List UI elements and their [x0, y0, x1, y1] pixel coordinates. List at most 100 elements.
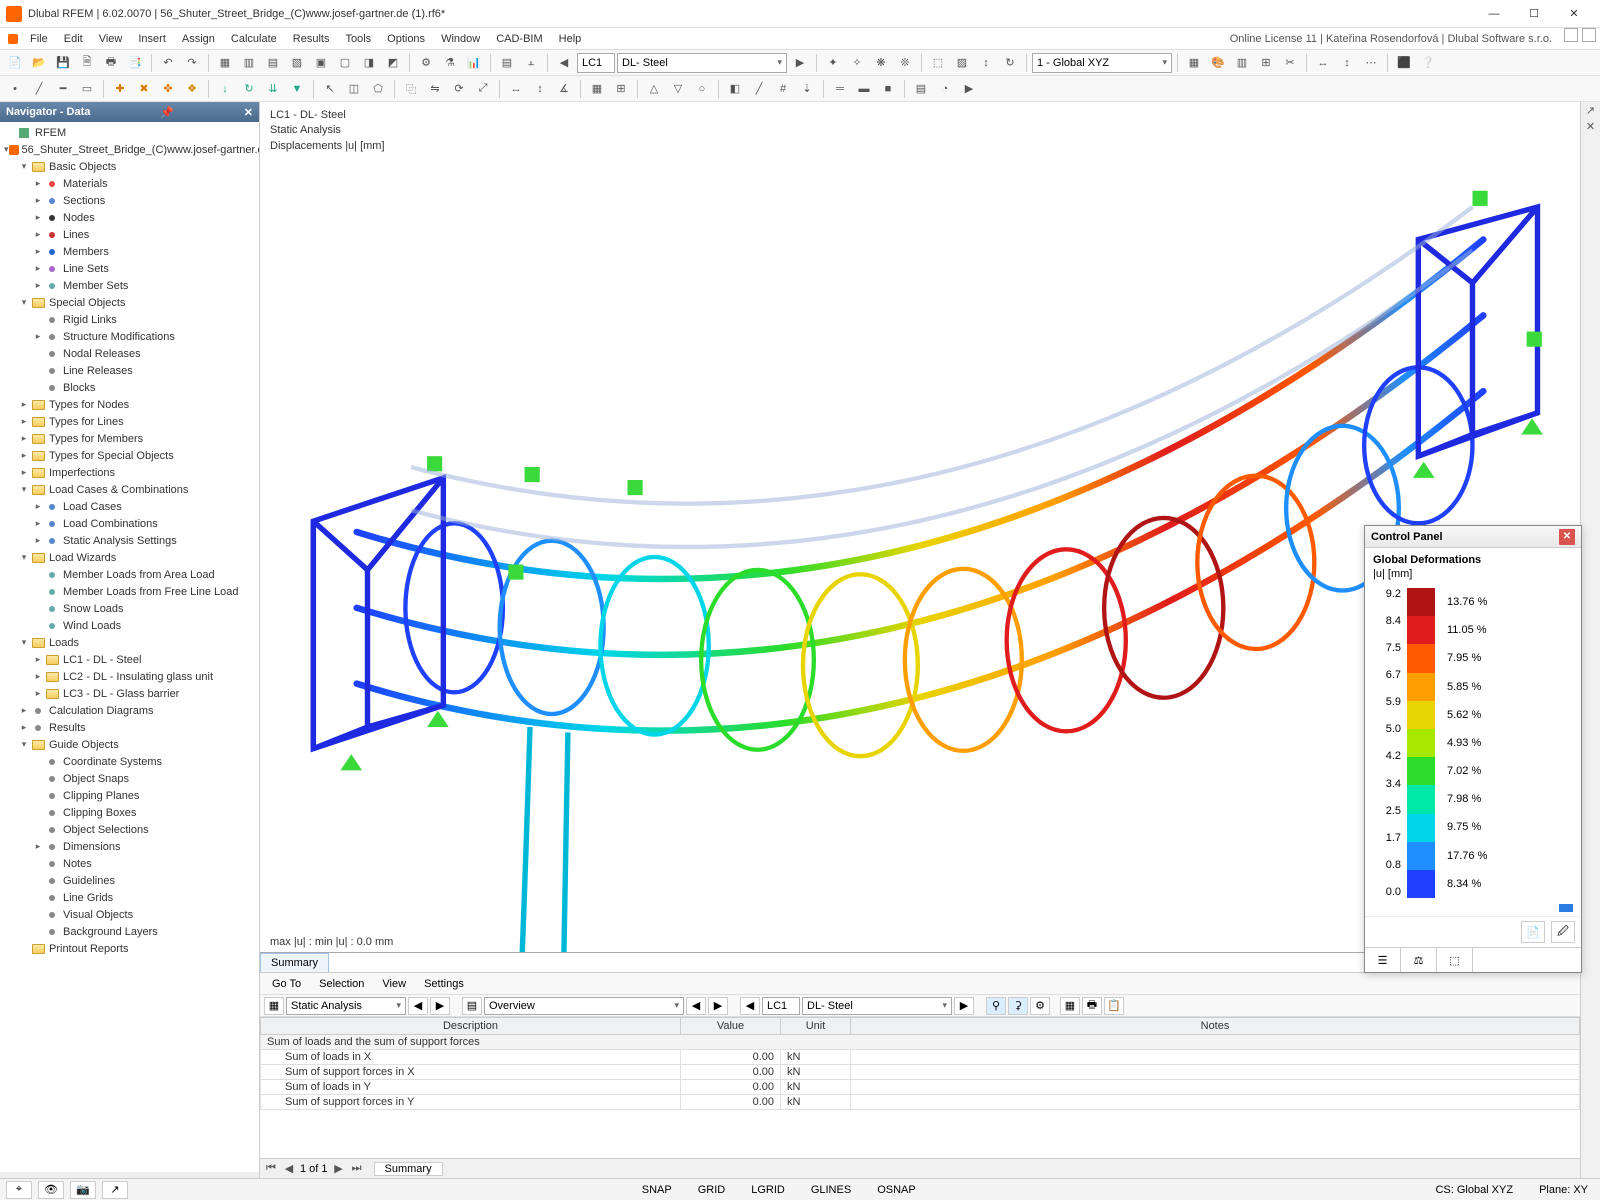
cp-tab-scale-icon[interactable]: ⚖ [1401, 948, 1437, 972]
summary-prev-2[interactable]: ◀ [686, 997, 706, 1015]
tree-special-2[interactable]: Nodal Releases [0, 345, 259, 362]
tree-loads[interactable]: ▾Loads [0, 634, 259, 651]
star2-icon[interactable]: ✧ [846, 52, 868, 74]
tree-special-1[interactable]: ▸Structure Modifications [0, 328, 259, 345]
fe-icon[interactable]: ⊞ [610, 78, 632, 100]
deform-icon[interactable]: ⬚ [927, 52, 949, 74]
tree-lcgroup[interactable]: ▾Load Cases & Combinations [0, 481, 259, 498]
pin-icon[interactable]: 📌 [160, 106, 174, 119]
summary-filter-1[interactable]: ⚲ [986, 997, 1006, 1015]
table-row[interactable]: Sum of support forces in Y0.00kN [261, 1095, 1580, 1110]
show-loads-icon[interactable]: ⇣ [796, 78, 818, 100]
minimize-button[interactable]: — [1474, 0, 1514, 28]
tree-lw-2[interactable]: Snow Loads [0, 600, 259, 617]
hinge-icon[interactable]: ○ [691, 78, 713, 100]
tree-basic-1[interactable]: ▸Sections [0, 192, 259, 209]
colors-icon[interactable]: 🎨 [1207, 52, 1229, 74]
summary-export-icon[interactable]: ▦ [1060, 997, 1080, 1015]
tree-typegrp-2[interactable]: ▸Types for Members [0, 430, 259, 447]
menu-view[interactable]: View [91, 28, 131, 49]
draw-member-icon[interactable]: ━ [52, 78, 74, 100]
dock-close-icon[interactable]: ✕ [1581, 118, 1600, 134]
tree-lc-0[interactable]: ▸Load Cases [0, 498, 259, 515]
tree-go-3[interactable]: Clipping Boxes [0, 804, 259, 821]
tree-basic-0[interactable]: ▸Materials [0, 175, 259, 192]
license-btn-2[interactable] [1582, 28, 1596, 42]
report-icon[interactable]: 📑 [124, 52, 146, 74]
tree-load-2[interactable]: ▸LC3 - DL - Glass barrier [0, 685, 259, 702]
tree-typegrp-0[interactable]: ▸Types for Nodes [0, 396, 259, 413]
tree-basic-5[interactable]: ▸Line Sets [0, 260, 259, 277]
summary-filter-3[interactable]: ⚙ [1030, 997, 1050, 1015]
tree-special-4[interactable]: Blocks [0, 379, 259, 396]
prev-lc-icon[interactable]: ◀ [553, 52, 575, 74]
summary-table-wrap[interactable]: Description Value Unit Notes Sum of load… [260, 1017, 1580, 1158]
sel-rect-icon[interactable]: ◫ [343, 78, 365, 100]
tree-load-1[interactable]: ▸LC2 - DL - Insulating glass unit [0, 668, 259, 685]
col-notes[interactable]: Notes [851, 1018, 1580, 1035]
next-lc-icon[interactable]: ▶ [789, 52, 811, 74]
cp-edit-icon[interactable]: 🖉 [1551, 921, 1575, 943]
pager-last-icon[interactable]: ⏭ [350, 1162, 364, 1175]
view-shade-icon[interactable]: ◨ [358, 52, 380, 74]
tree-go-4[interactable]: Object Selections [0, 821, 259, 838]
summary-next-1[interactable]: ▶ [430, 997, 450, 1015]
support-icon[interactable]: ▽ [667, 78, 689, 100]
render-cube-icon[interactable]: ◧ [724, 78, 746, 100]
license-btn-1[interactable] [1564, 28, 1578, 42]
analysis-combo[interactable]: Static Analysis▾ [286, 997, 406, 1015]
status-view-icon[interactable]: 👁 [38, 1181, 64, 1199]
summary-copy-icon[interactable]: 📋 [1104, 997, 1124, 1015]
tree-typegrp-1[interactable]: ▸Types for Lines [0, 413, 259, 430]
draw-surf-icon[interactable]: ▭ [76, 78, 98, 100]
print-icon[interactable]: 🖶 [100, 52, 122, 74]
star1-icon[interactable]: ✦ [822, 52, 844, 74]
pager-next-icon[interactable]: ▶ [332, 1162, 346, 1175]
status-glines[interactable]: GLINES [805, 1184, 857, 1196]
col-value[interactable]: Value [681, 1018, 781, 1035]
overview-combo[interactable]: Overview▾ [484, 997, 684, 1015]
tree-special-0[interactable]: Rigid Links [0, 311, 259, 328]
panel-icon[interactable]: ▥ [1231, 52, 1253, 74]
tree-printout[interactable]: Printout Reports [0, 940, 259, 957]
open-icon[interactable]: 📂 [28, 52, 50, 74]
lc-name-combo[interactable]: DL- Steel▾ [617, 53, 787, 73]
tool1-icon[interactable]: ✚ [109, 78, 131, 100]
tree-go-7[interactable]: Guidelines [0, 872, 259, 889]
star3-icon[interactable]: ❋ [870, 52, 892, 74]
section-icon[interactable]: ⊞ [1255, 52, 1277, 74]
cube-icon[interactable]: ⬛ [1393, 52, 1415, 74]
status-snap[interactable]: SNAP [636, 1184, 678, 1196]
menu-options[interactable]: Options [379, 28, 433, 49]
tool4-icon[interactable]: ❖ [181, 78, 203, 100]
tree-go-0[interactable]: Coordinate Systems [0, 753, 259, 770]
tree-root[interactable]: RFEM [0, 124, 259, 141]
calc-icon[interactable]: ⚙ [415, 52, 437, 74]
status-axis-icon[interactable]: ↗ [102, 1181, 128, 1199]
view-xz-icon[interactable]: ▤ [262, 52, 284, 74]
summary-view[interactable]: View [374, 978, 414, 990]
tree-basic-2[interactable]: ▸Nodes [0, 209, 259, 226]
moment-icon[interactable]: ↻ [999, 52, 1021, 74]
dim-ang-icon[interactable]: ∡ [553, 78, 575, 100]
control-panel[interactable]: Control Panel ✕ Global Deformations |u| … [1364, 525, 1582, 973]
tree-special-3[interactable]: Line Releases [0, 362, 259, 379]
render-line-icon[interactable]: ╱ [748, 78, 770, 100]
menu-edit[interactable]: Edit [56, 28, 91, 49]
table-row[interactable]: Sum of support forces in X0.00kN [261, 1065, 1580, 1080]
save-icon[interactable]: 💾 [52, 52, 74, 74]
load-l-icon[interactable]: ⇊ [262, 78, 284, 100]
tool2-icon[interactable]: ✖ [133, 78, 155, 100]
tree-typegrp-3[interactable]: ▸Types for Special Objects [0, 447, 259, 464]
col-description[interactable]: Description [261, 1018, 681, 1035]
menu-tools[interactable]: Tools [337, 28, 379, 49]
nav-close-icon[interactable]: ✕ [244, 106, 253, 119]
tree-special-objects[interactable]: ▾Special Objects [0, 294, 259, 311]
axis-v-icon[interactable]: ↕ [1336, 52, 1358, 74]
summary-settings[interactable]: Settings [416, 978, 472, 990]
col-unit[interactable]: Unit [781, 1018, 851, 1035]
summary-filter-2[interactable]: ⚳ [1008, 997, 1028, 1015]
pager-first-icon[interactable]: ⏮ [264, 1162, 278, 1175]
grid-icon[interactable]: ▦ [1183, 52, 1205, 74]
tree-go-1[interactable]: Object Snaps [0, 770, 259, 787]
